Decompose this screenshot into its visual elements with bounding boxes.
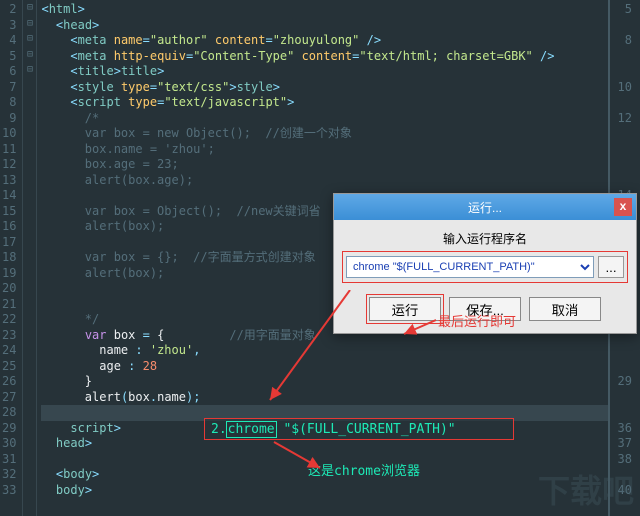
command-input-row: chrome "$(FULL_CURRENT_PATH)" ... <box>346 255 624 279</box>
line-number-gutter: 2345678910111213141516171819202122232425… <box>0 0 23 516</box>
dialog-buttons: 运行 保存... 取消 <box>346 297 624 321</box>
fold-gutter[interactable]: ⊟⊟⊟⊟⊟ <box>23 0 37 516</box>
close-icon[interactable]: x <box>614 198 632 216</box>
dialog-body: 输入运行程序名 chrome "$(FULL_CURRENT_PATH)" ..… <box>334 220 636 333</box>
command-select[interactable]: chrome "$(FULL_CURRENT_PATH)" <box>346 256 594 278</box>
run-button[interactable]: 运行 <box>369 297 441 321</box>
cancel-button[interactable]: 取消 <box>529 297 601 321</box>
browse-button[interactable]: ... <box>598 256 624 278</box>
dialog-label: 输入运行程序名 <box>346 230 624 247</box>
save-button[interactable]: 保存... <box>449 297 521 321</box>
dialog-title-text: 运行... <box>468 199 502 216</box>
dialog-titlebar[interactable]: 运行... x <box>334 194 636 220</box>
run-dialog: 运行... x 输入运行程序名 chrome "$(FULL_CURRENT_P… <box>333 193 637 334</box>
